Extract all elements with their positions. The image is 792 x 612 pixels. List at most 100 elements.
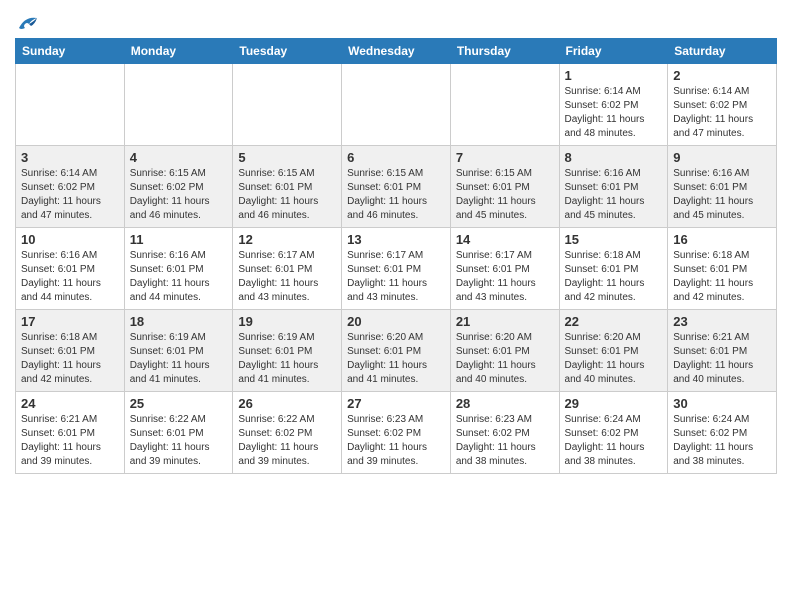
day-info: Sunrise: 6:22 AMSunset: 6:02 PMDaylight:…: [238, 413, 336, 469]
day-number: 29: [565, 396, 663, 411]
calendar-cell: 27 Sunrise: 6:23 AMSunset: 6:02 PMDayligh…: [342, 392, 451, 474]
day-number: 9: [673, 150, 771, 165]
calendar-cell: 2Sunrise: 6:14 AMSunset: 6:02 PMDaylight…: [668, 64, 777, 146]
day-info: Sunrise: 6:20 AMSunset: 6:01 PMDaylight:…: [347, 331, 445, 387]
calendar-cell: [450, 64, 559, 146]
day-info: Sunrise: 6:15 AMSunset: 6:01 PMDaylight:…: [456, 167, 554, 223]
day-number: 21: [456, 314, 554, 329]
day-number: 23: [673, 314, 771, 329]
calendar-cell: 14 Sunrise: 6:17 AMSunset: 6:01 PMDayligh…: [450, 228, 559, 310]
day-number: 27: [347, 396, 445, 411]
day-number: 18: [130, 314, 228, 329]
calendar-cell: 11Sunrise: 6:16 AMSunset: 6:01 PMDayligh…: [124, 228, 233, 310]
calendar-cell: 23Sunrise: 6:21 AMSunset: 6:01 PMDayligh…: [668, 310, 777, 392]
calendar-cell: 7 Sunrise: 6:15 AMSunset: 6:01 PMDaylight…: [450, 146, 559, 228]
calendar-cell: 17 Sunrise: 6:18 AMSunset: 6:01 PMDayligh…: [16, 310, 125, 392]
day-number: 15: [565, 232, 663, 247]
page: SundayMondayTuesdayWednesdayThursdayFrid…: [0, 0, 792, 489]
day-info: Sunrise: 6:24 AMSunset: 6:02 PMDaylight:…: [673, 413, 771, 469]
day-info: Sunrise: 6:16 AMSunset: 6:01 PMDaylight:…: [673, 167, 771, 223]
day-info: Sunrise: 6:15 AMSunset: 6:01 PMDaylight:…: [238, 167, 336, 223]
day-info: Sunrise: 6:16 AMSunset: 6:01 PMDaylight:…: [565, 167, 663, 223]
calendar-header-saturday: Saturday: [668, 39, 777, 64]
day-info: Sunrise: 6:15 AMSunset: 6:01 PMDaylight:…: [347, 167, 445, 223]
day-info: Sunrise: 6:14 AMSunset: 6:02 PMDaylight:…: [565, 85, 663, 141]
calendar-cell: 28 Sunrise: 6:23 AMSunset: 6:02 PMDayligh…: [450, 392, 559, 474]
day-info: Sunrise: 6:14 AMSunset: 6:02 PMDaylight:…: [673, 85, 771, 141]
day-info: Sunrise: 6:23 AMSunset: 6:02 PMDaylight:…: [456, 413, 554, 469]
day-info: Sunrise: 6:18 AMSunset: 6:01 PMDaylight:…: [673, 249, 771, 305]
calendar-header-friday: Friday: [559, 39, 668, 64]
calendar-week-row: 10Sunrise: 6:16 AMSunset: 6:01 PMDayligh…: [16, 228, 777, 310]
calendar-header-tuesday: Tuesday: [233, 39, 342, 64]
calendar-cell: 1 Sunrise: 6:14 AMSunset: 6:02 PMDaylight…: [559, 64, 668, 146]
calendar-header-monday: Monday: [124, 39, 233, 64]
calendar-cell: 25Sunrise: 6:22 AMSunset: 6:01 PMDayligh…: [124, 392, 233, 474]
day-info: Sunrise: 6:24 AMSunset: 6:02 PMDaylight:…: [565, 413, 663, 469]
day-number: 3: [21, 150, 119, 165]
day-number: 6: [347, 150, 445, 165]
calendar-cell: 13Sunrise: 6:17 AMSunset: 6:01 PMDayligh…: [342, 228, 451, 310]
day-number: 4: [130, 150, 228, 165]
day-number: 16: [673, 232, 771, 247]
calendar-week-row: 24Sunrise: 6:21 AMSunset: 6:01 PMDayligh…: [16, 392, 777, 474]
calendar-cell: 20 Sunrise: 6:20 AMSunset: 6:01 PMDayligh…: [342, 310, 451, 392]
calendar-week-row: 1 Sunrise: 6:14 AMSunset: 6:02 PMDaylight…: [16, 64, 777, 146]
calendar-cell: [342, 64, 451, 146]
day-number: 13: [347, 232, 445, 247]
day-info: Sunrise: 6:19 AMSunset: 6:01 PMDaylight:…: [130, 331, 228, 387]
day-info: Sunrise: 6:18 AMSunset: 6:01 PMDaylight:…: [565, 249, 663, 305]
day-info: Sunrise: 6:18 AMSunset: 6:01 PMDaylight:…: [21, 331, 119, 387]
day-number: 14: [456, 232, 554, 247]
day-info: Sunrise: 6:17 AMSunset: 6:01 PMDaylight:…: [238, 249, 336, 305]
calendar-cell: [16, 64, 125, 146]
day-info: Sunrise: 6:20 AMSunset: 6:01 PMDaylight:…: [565, 331, 663, 387]
calendar-header-wednesday: Wednesday: [342, 39, 451, 64]
logo: [15, 10, 39, 30]
calendar-header-sunday: Sunday: [16, 39, 125, 64]
day-number: 20: [347, 314, 445, 329]
day-number: 26: [238, 396, 336, 411]
day-number: 5: [238, 150, 336, 165]
header: [15, 10, 777, 30]
calendar-cell: 26 Sunrise: 6:22 AMSunset: 6:02 PMDayligh…: [233, 392, 342, 474]
calendar-week-row: 17 Sunrise: 6:18 AMSunset: 6:01 PMDayligh…: [16, 310, 777, 392]
calendar-cell: 3Sunrise: 6:14 AMSunset: 6:02 PMDaylight…: [16, 146, 125, 228]
day-number: 17: [21, 314, 119, 329]
calendar-cell: [233, 64, 342, 146]
day-number: 12: [238, 232, 336, 247]
day-info: Sunrise: 6:23 AMSunset: 6:02 PMDaylight:…: [347, 413, 445, 469]
day-number: 28: [456, 396, 554, 411]
logo-text: [15, 14, 39, 32]
calendar-cell: 10Sunrise: 6:16 AMSunset: 6:01 PMDayligh…: [16, 228, 125, 310]
calendar-cell: 24Sunrise: 6:21 AMSunset: 6:01 PMDayligh…: [16, 392, 125, 474]
day-number: 8: [565, 150, 663, 165]
calendar-header-row: SundayMondayTuesdayWednesdayThursdayFrid…: [16, 39, 777, 64]
day-info: Sunrise: 6:17 AMSunset: 6:01 PMDaylight:…: [456, 249, 554, 305]
calendar-cell: 9 Sunrise: 6:16 AMSunset: 6:01 PMDaylight…: [668, 146, 777, 228]
day-number: 30: [673, 396, 771, 411]
calendar-cell: 12 Sunrise: 6:17 AMSunset: 6:01 PMDayligh…: [233, 228, 342, 310]
calendar-cell: 6 Sunrise: 6:15 AMSunset: 6:01 PMDaylight…: [342, 146, 451, 228]
day-number: 1: [565, 68, 663, 83]
calendar-cell: 29 Sunrise: 6:24 AMSunset: 6:02 PMDayligh…: [559, 392, 668, 474]
calendar-cell: 8 Sunrise: 6:16 AMSunset: 6:01 PMDaylight…: [559, 146, 668, 228]
calendar-cell: 16 Sunrise: 6:18 AMSunset: 6:01 PMDayligh…: [668, 228, 777, 310]
day-info: Sunrise: 6:16 AMSunset: 6:01 PMDaylight:…: [21, 249, 119, 305]
calendar-cell: 30 Sunrise: 6:24 AMSunset: 6:02 PMDayligh…: [668, 392, 777, 474]
logo-bird-icon: [17, 14, 39, 32]
day-info: Sunrise: 6:16 AMSunset: 6:01 PMDaylight:…: [130, 249, 228, 305]
day-number: 22: [565, 314, 663, 329]
day-number: 7: [456, 150, 554, 165]
calendar-table: SundayMondayTuesdayWednesdayThursdayFrid…: [15, 38, 777, 474]
calendar-cell: [124, 64, 233, 146]
day-info: Sunrise: 6:20 AMSunset: 6:01 PMDaylight:…: [456, 331, 554, 387]
day-info: Sunrise: 6:19 AMSunset: 6:01 PMDaylight:…: [238, 331, 336, 387]
day-number: 24: [21, 396, 119, 411]
calendar-cell: 5 Sunrise: 6:15 AMSunset: 6:01 PMDaylight…: [233, 146, 342, 228]
calendar-cell: 15 Sunrise: 6:18 AMSunset: 6:01 PMDayligh…: [559, 228, 668, 310]
calendar-header-thursday: Thursday: [450, 39, 559, 64]
calendar-cell: 22 Sunrise: 6:20 AMSunset: 6:01 PMDayligh…: [559, 310, 668, 392]
calendar-cell: 4 Sunrise: 6:15 AMSunset: 6:02 PMDaylight…: [124, 146, 233, 228]
day-info: Sunrise: 6:15 AMSunset: 6:02 PMDaylight:…: [130, 167, 228, 223]
